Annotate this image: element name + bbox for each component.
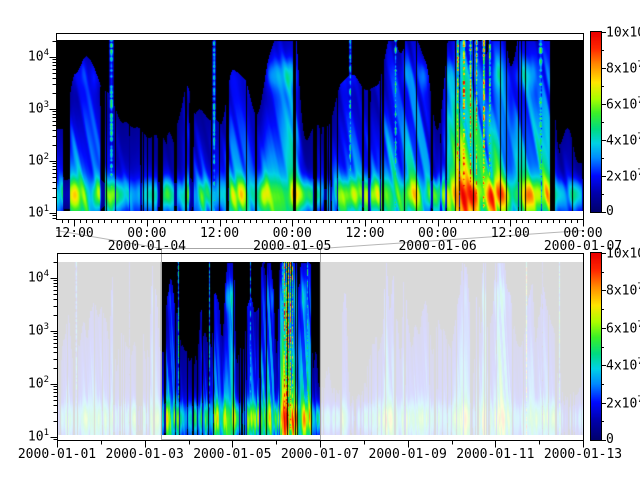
x-tick-label: 12:00 (491, 227, 530, 240)
y-tick-label: 102 (28, 376, 49, 390)
y-tick-label: 103 (28, 101, 49, 115)
x-tick-label: 2000-01-03 (106, 448, 184, 461)
colorbar-tick-label: 6x107 (606, 97, 640, 111)
y-tick-label: 104 (28, 49, 49, 63)
colorbar-tick-label: 6x107 (606, 321, 640, 335)
spectrogram-figure: 12:0000:002000-01-0412:0000:002000-01-05… (0, 0, 640, 480)
x-tick-label: 12:00 (345, 227, 384, 240)
colorbar-tick-label: 4x107 (606, 358, 640, 372)
colorbar-tick-label: 2x107 (606, 396, 640, 410)
x-tick-label: 2000-01-09 (369, 448, 447, 461)
y-tick-label: 103 (28, 323, 49, 337)
x-tick-date-label: 2000-01-05 (253, 240, 331, 253)
tick-labels-layer: 12:0000:002000-01-0412:0000:002000-01-05… (0, 0, 640, 480)
x-tick-date-label: 2000-01-06 (398, 240, 476, 253)
colorbar-tick-label: 8x107 (606, 283, 640, 297)
colorbar-tick-label: 8x107 (606, 61, 640, 75)
y-tick-label: 101 (28, 205, 49, 219)
x-tick-label: 12:00 (200, 227, 239, 240)
colorbar-tick-label: 4x107 (606, 133, 640, 147)
colorbar-tick-label: 0 (606, 433, 614, 446)
x-tick-label: 2000-01-01 (18, 448, 96, 461)
colorbar-tick-label: 10x107 (606, 246, 640, 260)
y-tick-label: 104 (28, 270, 49, 284)
x-tick-label: 2000-01-05 (193, 448, 271, 461)
x-tick-label: 2000-01-07 (281, 448, 359, 461)
x-tick-label: 2000-01-13 (544, 448, 622, 461)
x-tick-date-label: 2000-01-04 (108, 240, 186, 253)
y-tick-label: 102 (28, 153, 49, 167)
colorbar-tick-label: 0 (606, 205, 614, 218)
x-tick-label: 12:00 (55, 227, 94, 240)
x-tick-label: 2000-01-11 (456, 448, 534, 461)
colorbar-tick-label: 10x107 (606, 25, 640, 39)
y-tick-label: 101 (28, 429, 49, 443)
colorbar-tick-label: 2x107 (606, 169, 640, 183)
